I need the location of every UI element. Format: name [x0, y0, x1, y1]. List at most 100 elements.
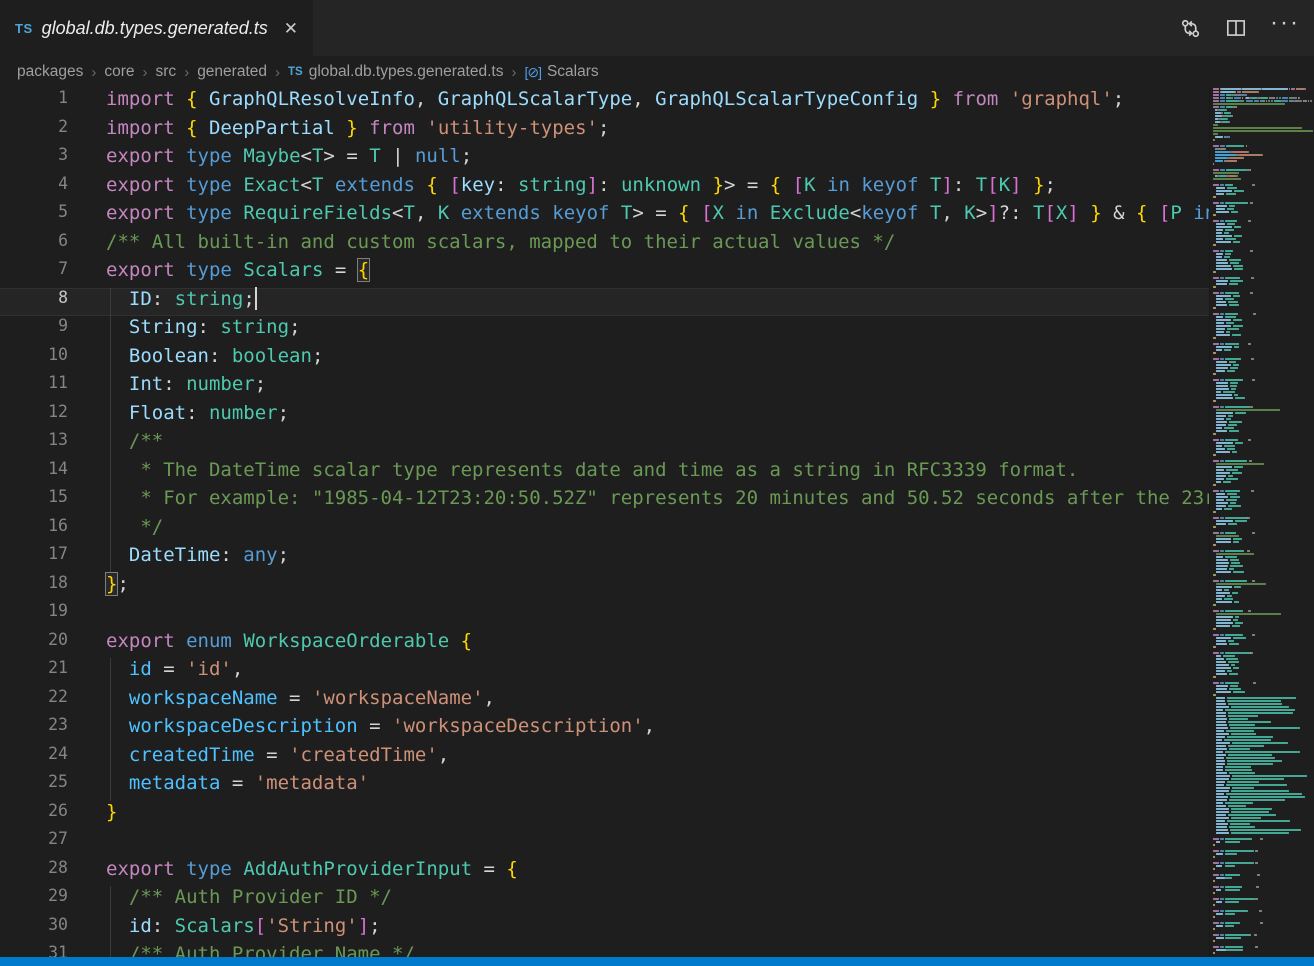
code-line[interactable]: 3 export type Maybe<T> = T | null; — [0, 145, 1210, 174]
code-text: Boolean: boolean; — [106, 345, 323, 367]
code-line[interactable]: 26} — [0, 801, 1210, 830]
breadcrumb-item-src[interactable]: src — [156, 63, 177, 81]
line-number: 22 — [0, 687, 68, 706]
line-number: 25 — [0, 772, 68, 791]
code-line[interactable]: 1 import { GraphQLResolveInfo, GraphQLSca… — [0, 88, 1210, 117]
code-line[interactable]: 23 workspaceDescription = 'workspaceDesc… — [0, 715, 1210, 744]
line-number: 10 — [0, 345, 68, 364]
code-text: Int: number; — [106, 373, 266, 395]
breadcrumb-chevron-icon: › — [91, 64, 96, 81]
line-number: 27 — [0, 829, 68, 848]
code-editor[interactable]: 1 import { GraphQLResolveInfo, GraphQLSca… — [0, 88, 1210, 957]
line-number: 1 — [0, 88, 68, 107]
line-number: 16 — [0, 516, 68, 535]
code-line[interactable]: 27 — [0, 829, 1210, 858]
minimap[interactable] — [1209, 88, 1314, 957]
line-number: 15 — [0, 487, 68, 506]
line-number: 11 — [0, 373, 68, 392]
line-number: 23 — [0, 715, 68, 734]
code-text: import { DeepPartial } from 'utility-typ… — [106, 117, 609, 139]
code-line[interactable]: 31 /** Auth Provider Name */ — [0, 943, 1210, 957]
breadcrumb-chevron-icon: › — [184, 64, 189, 81]
code-line[interactable]: 12 Float: number; — [0, 402, 1210, 431]
breadcrumb-chevron-icon: › — [511, 64, 516, 81]
tab-bar: TS global.db.types.generated.ts ✕ ··· — [0, 0, 1314, 56]
code-text: /** All built-in and custom scalars, map… — [106, 231, 895, 253]
code-line[interactable]: 2import { DeepPartial } from 'utility-ty… — [0, 117, 1210, 146]
line-number: 3 — [0, 145, 68, 164]
breadcrumb-item-scalars[interactable]: [⊘]Scalars — [524, 63, 598, 81]
code-line[interactable]: 9 String: string; — [0, 316, 1210, 345]
code-text: import { GraphQLResolveInfo, GraphQLScal… — [106, 88, 1124, 110]
breadcrumb-item-packages[interactable]: packages — [17, 63, 83, 81]
code-line[interactable]: 11 Int: number; — [0, 373, 1210, 402]
code-line[interactable]: 8 ID: string; — [0, 288, 1210, 317]
breadcrumb-item-global-db-types-generated-ts[interactable]: TSglobal.db.types.generated.ts — [288, 63, 503, 81]
code-text: export type Exact<T extends { [key: stri… — [106, 174, 1056, 196]
line-number: 26 — [0, 801, 68, 820]
ts-file-icon: TS — [15, 21, 33, 36]
code-line[interactable]: 20export enum WorkspaceOrderable { — [0, 630, 1210, 659]
code-line[interactable]: 17 DateTime: any; — [0, 544, 1210, 573]
line-number: 4 — [0, 174, 68, 193]
code-text: export type Maybe<T> = T | null; — [106, 145, 472, 167]
code-text: String: string; — [106, 316, 301, 338]
status-bar — [0, 957, 1314, 966]
code-line[interactable]: 5export type RequireFields<T, K extends … — [0, 202, 1210, 231]
code-line[interactable]: 16 */ — [0, 516, 1210, 545]
code-line[interactable]: 29 /** Auth Provider ID */ — [0, 886, 1210, 915]
code-text: * For example: "1985-04-12T23:20:50.52Z"… — [106, 487, 1210, 509]
tab-label: global.db.types.generated.ts — [42, 18, 268, 39]
code-line[interactable]: 30 id: Scalars['String']; — [0, 915, 1210, 944]
line-number: 31 — [0, 943, 68, 957]
code-text: export type AddAuthProviderInput = { — [106, 858, 518, 880]
close-icon[interactable]: ✕ — [284, 20, 298, 37]
open-changes-icon[interactable] — [1179, 17, 1202, 40]
code-line[interactable]: 18}; — [0, 573, 1210, 602]
editor-actions: ··· — [1179, 0, 1300, 56]
line-number: 8 — [0, 288, 68, 307]
line-number: 29 — [0, 886, 68, 905]
code-text: id: Scalars['String']; — [106, 915, 381, 937]
code-line[interactable]: 15 * For example: "1985-04-12T23:20:50.5… — [0, 487, 1210, 516]
breadcrumb-chevron-icon: › — [143, 64, 148, 81]
code-text: workspaceDescription = 'workspaceDescrip… — [106, 715, 655, 737]
code-line[interactable]: 4 export type Exact<T extends { [key: str… — [0, 174, 1210, 203]
code-line[interactable]: 10 Boolean: boolean; — [0, 345, 1210, 374]
line-number: 21 — [0, 658, 68, 677]
breadcrumb-item-core[interactable]: core — [104, 63, 134, 81]
line-number: 7 — [0, 259, 68, 278]
code-text: ID: string; — [106, 288, 257, 311]
code-text: }; — [106, 573, 129, 595]
breadcrumb-chevron-icon: › — [275, 64, 280, 81]
code-text: */ — [106, 516, 163, 538]
code-text: workspaceName = 'workspaceName', — [106, 687, 495, 709]
code-text: export type Scalars = { — [106, 259, 369, 281]
line-number: 17 — [0, 544, 68, 563]
line-number: 19 — [0, 601, 68, 620]
code-text: /** — [106, 430, 163, 452]
code-line[interactable]: 28export type AddAuthProviderInput = { — [0, 858, 1210, 887]
code-text: metadata = 'metadata' — [106, 772, 369, 794]
code-line[interactable]: 24 createdTime = 'createdTime', — [0, 744, 1210, 773]
breadcrumb: packages › core › src › generated › TSglobal.db.… — [0, 56, 1314, 88]
code-line[interactable]: 21 id = 'id', — [0, 658, 1210, 687]
line-number: 9 — [0, 316, 68, 335]
text-cursor — [255, 287, 257, 310]
code-text: DateTime: any; — [106, 544, 289, 566]
code-line[interactable]: 22 workspaceName = 'workspaceName', — [0, 687, 1210, 716]
code-line[interactable]: 6 /** All built-in and custom scalars, ma… — [0, 231, 1210, 260]
more-actions-icon[interactable]: ··· — [1270, 23, 1300, 33]
split-editor-icon[interactable] — [1224, 16, 1248, 40]
code-line[interactable]: 25 metadata = 'metadata' — [0, 772, 1210, 801]
code-text: export enum WorkspaceOrderable { — [106, 630, 472, 652]
code-line[interactable]: 7 export type Scalars = { — [0, 259, 1210, 288]
code-line[interactable]: 19 — [0, 601, 1210, 630]
line-number: 18 — [0, 573, 68, 592]
breadcrumb-item-generated[interactable]: generated — [197, 63, 267, 81]
line-number: 24 — [0, 744, 68, 763]
line-number: 6 — [0, 231, 68, 250]
code-line[interactable]: 13 /** — [0, 430, 1210, 459]
code-line[interactable]: 14 * The DateTime scalar type represents… — [0, 459, 1210, 488]
tab-global-db-types-generated-ts[interactable]: TS global.db.types.generated.ts ✕ — [0, 0, 313, 56]
